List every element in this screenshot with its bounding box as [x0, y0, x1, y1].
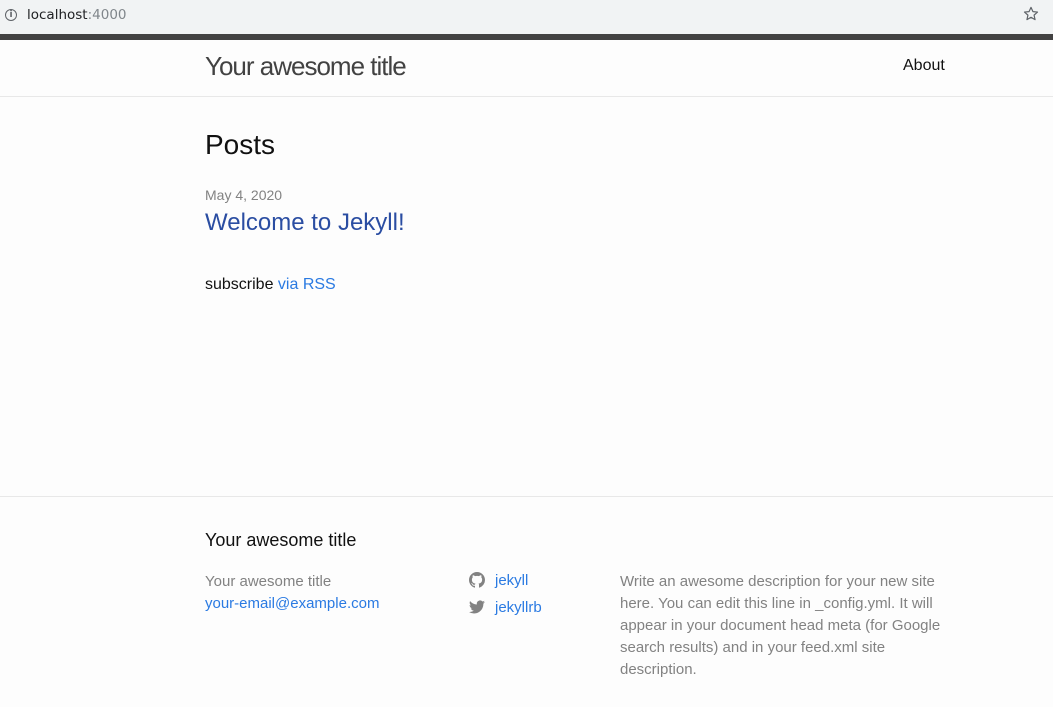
url-host: localhost: [27, 7, 88, 23]
footer-heading: Your awesome title: [205, 530, 357, 550]
post-title-link[interactable]: Welcome to Jekyll!: [205, 209, 405, 237]
twitter-username: jekyllrb: [495, 598, 542, 616]
site-footer: Your awesome title Your awesome title yo…: [0, 496, 1053, 707]
twitter-icon: [469, 600, 485, 614]
subscribe-text: subscribe: [205, 276, 278, 293]
github-icon: [469, 572, 485, 588]
url-port: :4000: [87, 7, 127, 23]
info-icon[interactable]: i: [5, 9, 17, 21]
nav-about-link[interactable]: About: [903, 57, 945, 75]
address-bar[interactable]: localhost:4000: [27, 7, 127, 23]
twitter-link[interactable]: jekyllrb: [469, 598, 542, 616]
bookmark-star-icon[interactable]: [1022, 5, 1040, 23]
footer-name: Your awesome title: [205, 573, 332, 590]
rss-link[interactable]: via RSS: [278, 276, 336, 293]
site-header: Your awesome title About: [0, 40, 1053, 97]
footer-contact: Your awesome title your-email@example.co…: [205, 571, 379, 615]
browser-toolbar: i localhost:4000: [0, 0, 1053, 34]
page-heading: Posts: [205, 129, 276, 160]
subscribe-line: subscribe via RSS: [205, 276, 336, 294]
github-username: jekyll: [495, 571, 529, 589]
site-title-link[interactable]: Your awesome title: [205, 51, 407, 82]
site-description: Write an awesome description for your ne…: [620, 573, 941, 678]
footer-email-link[interactable]: your-email@example.com: [205, 593, 379, 615]
post-date: May 4, 2020: [205, 187, 283, 203]
github-link[interactable]: jekyll: [469, 571, 528, 589]
